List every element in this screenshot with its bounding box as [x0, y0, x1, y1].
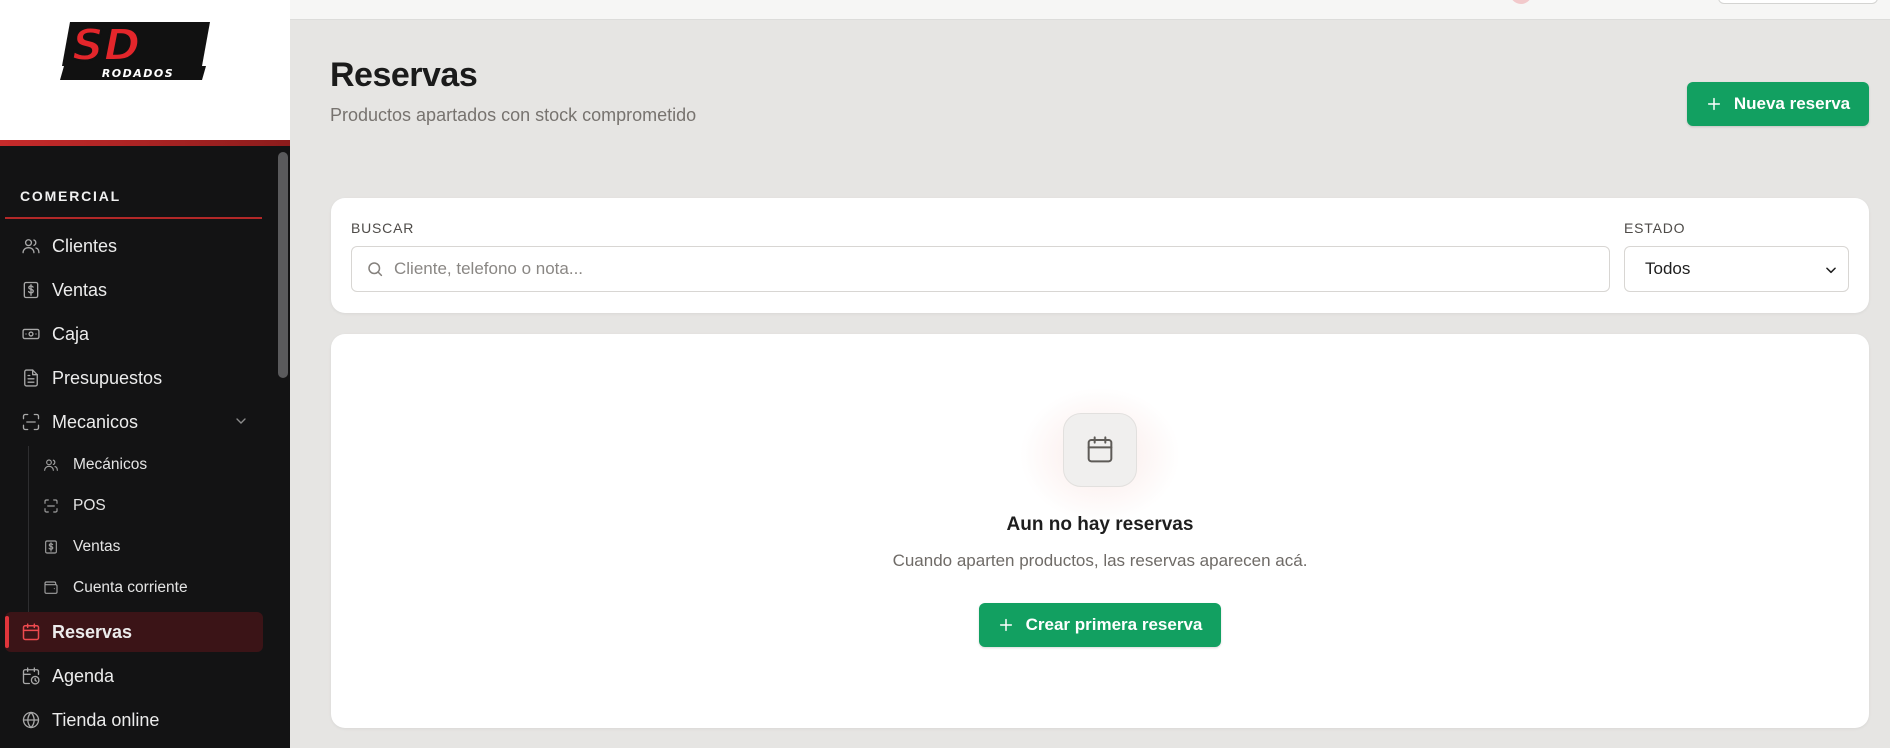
- logo-area: SD RODADOS: [0, 0, 290, 146]
- sidebar-item-label: Reservas: [52, 621, 133, 642]
- avatar[interactable]: [1510, 0, 1532, 4]
- search-label: BUSCAR: [351, 220, 415, 236]
- topbar-button[interactable]: [1718, 0, 1878, 4]
- sidebar-item-label: Presupuestos: [52, 367, 163, 388]
- sidebar-item-label: Mecanicos: [52, 411, 139, 432]
- state-select[interactable]: Todos: [1624, 246, 1849, 292]
- plus-icon: [999, 618, 1012, 632]
- plus-icon: [1707, 97, 1720, 111]
- sidebar-item-caja[interactable]: Caja: [5, 314, 263, 354]
- empty-state-icon-tile: [1063, 413, 1137, 487]
- sidebar: SD RODADOS COMERCIAL Clientes Ventas Caj…: [0, 0, 290, 748]
- empty-state-title: Aun no hay reservas: [1006, 514, 1194, 535]
- sidebar-subitem-label: POS: [73, 497, 106, 514]
- globe-icon: [20, 709, 42, 731]
- new-reservation-button[interactable]: Nueva reserva: [1687, 82, 1869, 126]
- sidebar-item-agenda[interactable]: Agenda: [5, 656, 263, 696]
- sidebar-item-mecanicos[interactable]: Mecanicos: [5, 402, 263, 442]
- sidebar-item-reservas[interactable]: Reservas: [5, 612, 263, 652]
- new-reservation-label: Nueva reserva: [1733, 94, 1851, 113]
- sidebar-subitem-label: Ventas: [73, 538, 121, 555]
- sidebar-subitem-cuenta-corriente[interactable]: Cuenta corriente: [5, 570, 263, 606]
- section-divider: [5, 217, 262, 219]
- state-select-value: Todos: [1645, 259, 1691, 278]
- sidebar-subitem-label: Mecánicos: [73, 456, 148, 473]
- dollar-icon: [20, 279, 42, 301]
- filter-card: BUSCAR ESTADO Todos: [331, 198, 1869, 313]
- search-input[interactable]: [394, 259, 1574, 279]
- page-subtitle: Productos apartados con stock comprometi…: [330, 105, 697, 125]
- users-icon: [20, 235, 42, 257]
- empty-state-text: Cuando aparten productos, las reservas a…: [892, 551, 1308, 570]
- state-label: ESTADO: [1624, 220, 1686, 236]
- sidebar-scrollbar[interactable]: [278, 152, 288, 378]
- sidebar-subitem-ventas[interactable]: Ventas: [5, 529, 263, 565]
- brand-logo[interactable]: SD RODADOS: [60, 18, 216, 82]
- sidebar-item-label: Ventas: [52, 279, 108, 300]
- sidebar-item-label: Tienda online: [52, 709, 160, 730]
- sidebar-item-label: Agenda: [52, 665, 115, 686]
- logo-text-top: SD: [72, 20, 140, 71]
- cash-icon: [20, 323, 42, 345]
- chevron-down-icon[interactable]: [233, 413, 249, 429]
- document-icon: [20, 367, 42, 389]
- users-icon: [43, 456, 61, 474]
- sidebar-subitem-label: Cuenta corriente: [73, 579, 188, 596]
- calendar-icon: [1087, 436, 1113, 463]
- sidebar-item-label: Clientes: [52, 235, 118, 256]
- topbar: [290, 0, 1890, 20]
- sidebar-item-label: Caja: [52, 323, 90, 344]
- search-field[interactable]: [351, 246, 1610, 292]
- sidebar-item-tienda-online[interactable]: Tienda online: [5, 700, 263, 740]
- dollar-icon: [43, 538, 61, 556]
- wallet-icon: [43, 579, 61, 597]
- section-title-comercial: COMERCIAL: [20, 188, 121, 204]
- scan-icon: [20, 411, 42, 433]
- sidebar-item-clientes[interactable]: Clientes: [5, 226, 263, 266]
- sidebar-subitem-mecanicos[interactable]: Mecánicos: [5, 447, 263, 483]
- sidebar-subitem-pos[interactable]: POS: [5, 488, 263, 524]
- sidebar-item-presupuestos[interactable]: Presupuestos: [5, 358, 263, 398]
- search-icon: [368, 262, 383, 277]
- calendar-clock-icon: [20, 665, 42, 687]
- sidebar-item-ventas[interactable]: Ventas: [5, 270, 263, 310]
- create-first-reservation-button[interactable]: Crear primera reserva: [979, 603, 1221, 647]
- create-first-reservation-label: Crear primera reserva: [1025, 615, 1203, 634]
- calendar-icon: [20, 621, 42, 643]
- scan-icon: [43, 497, 61, 515]
- logo-text-bottom: RODADOS: [102, 67, 174, 80]
- page-title: Reservas: [330, 56, 478, 94]
- chevron-down-icon: [1826, 267, 1836, 274]
